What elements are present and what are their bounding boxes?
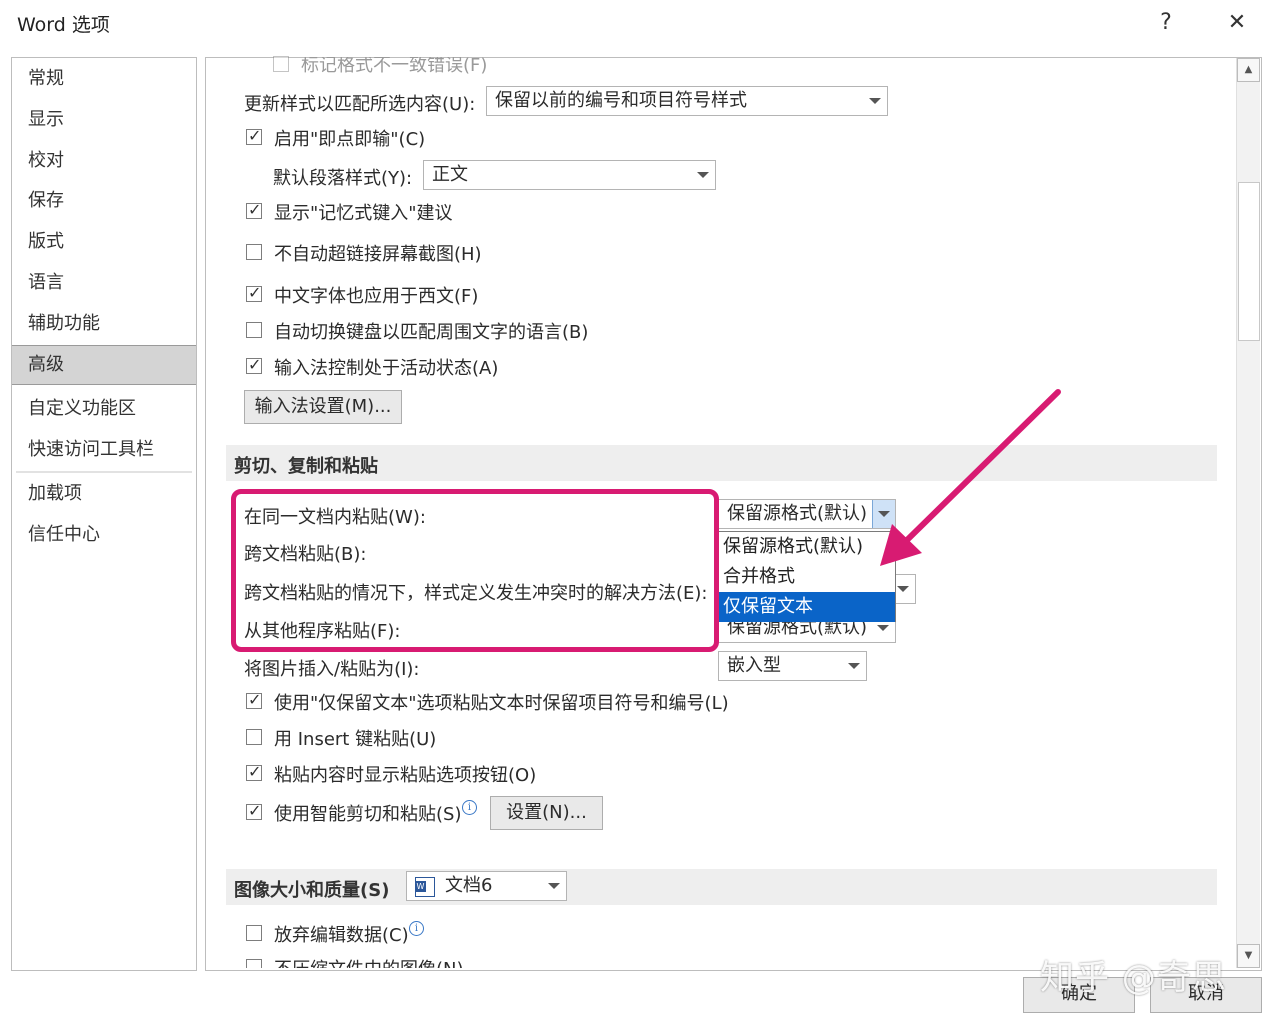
annotation-arrow	[880, 389, 1061, 566]
word-options-dialog: Word 选项 ? ✕ 常规 显示 校对 保存 版式 语言 辅助功能 高级 自定…	[0, 0, 1276, 1025]
watermark: 知乎 @奇思	[1040, 958, 1227, 998]
